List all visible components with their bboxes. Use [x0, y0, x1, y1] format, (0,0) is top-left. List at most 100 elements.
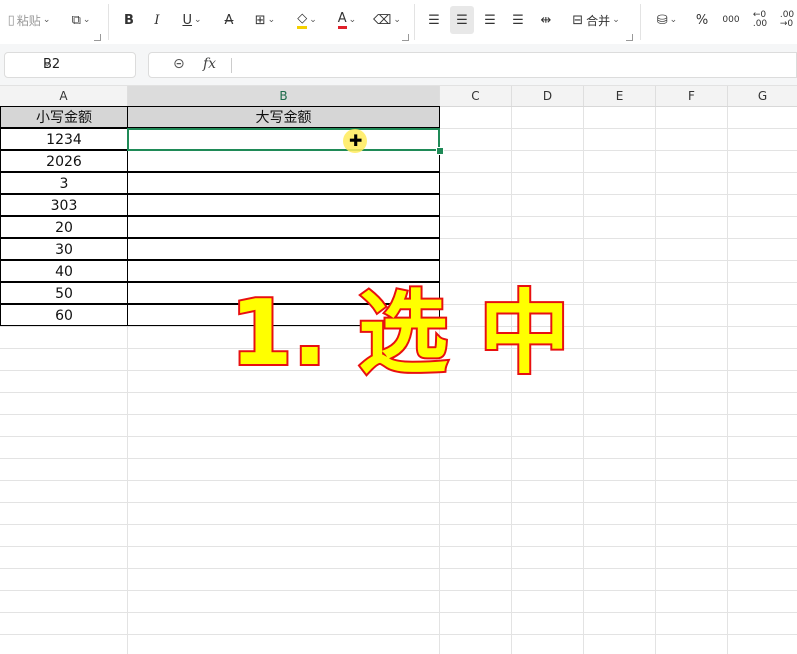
italic-button[interactable]: I [146, 6, 168, 34]
align-right-icon: ☰ [484, 12, 496, 28]
distributed-align-icon: ⇹ [540, 12, 552, 28]
cross-cursor-icon: ✚ [349, 131, 363, 150]
align-center-button[interactable]: ☰ [450, 6, 474, 34]
database-icon: ⛁ [656, 12, 668, 28]
grid-line [0, 480, 797, 481]
column-header-row: A B C D E F G [0, 86, 797, 107]
grid-line [0, 502, 797, 503]
table-cell-b[interactable] [127, 150, 440, 172]
column-header-b[interactable]: B [128, 86, 440, 106]
table-cell-b[interactable] [127, 238, 440, 260]
fill-handle[interactable] [436, 147, 444, 155]
table-cell-a[interactable]: 50 [0, 282, 128, 304]
table-cell-b[interactable] [127, 128, 440, 150]
chevron-down-icon: ⌄ [348, 15, 357, 25]
clipboard-expand-icon[interactable] [94, 34, 101, 41]
fill-color-button[interactable]: ◇ ⌄ [290, 6, 324, 34]
borders-icon: ⊞ [254, 12, 266, 28]
thousands-separator-button[interactable]: 000 [718, 6, 744, 34]
chevron-down-icon: ⌄ [309, 15, 317, 25]
ribbon-toolbar: ▯ 粘贴 ⌄ ⧉ ⌄ B I U ⌄ A ⊞ ⌄ ◇ ⌄ A ⌄ ⌫ ⌄ ☰ ☰… [0, 0, 797, 45]
divider [640, 4, 641, 40]
annotation-overlay: 1. 选 中 [230, 279, 570, 386]
chevron-down-icon: ⌄ [82, 15, 91, 25]
paste-icon: ▯ [7, 12, 15, 28]
chevron-down-icon[interactable]: ⌄ [43, 58, 127, 69]
grid-line [0, 436, 797, 437]
column-header-e[interactable]: E [584, 86, 656, 106]
chevron-down-icon: ⌄ [669, 15, 678, 25]
table-cell-a[interactable]: 1234 [0, 128, 128, 150]
chevron-down-icon: ⌄ [612, 15, 620, 25]
divider [108, 4, 109, 40]
grid-line [655, 107, 656, 654]
grid-line [0, 392, 797, 393]
decrease-decimal-button[interactable]: .00 →0 [776, 6, 797, 34]
table-cell-a[interactable]: 30 [0, 238, 128, 260]
chevron-down-icon: ⌄ [193, 15, 202, 25]
align-left-icon: ☰ [428, 12, 440, 28]
table-cell-b[interactable] [127, 216, 440, 238]
table-cell-a[interactable]: 40 [0, 260, 128, 282]
zoom-search-icon[interactable]: ⊝ [173, 56, 185, 72]
column-header-a[interactable]: A [0, 86, 128, 106]
percent-button[interactable]: % [692, 6, 712, 34]
increase-decimal-icon: ←0.00 [752, 10, 768, 29]
font-expand-icon[interactable] [402, 34, 409, 41]
underline-label: U [182, 12, 192, 28]
align-right-button[interactable]: ☰ [480, 6, 500, 34]
align-center-icon: ☰ [456, 12, 468, 28]
justify-button[interactable]: ☰ [508, 6, 528, 34]
table-cell-b[interactable] [127, 194, 440, 216]
distributed-align-button[interactable]: ⇹ [536, 6, 556, 34]
font-color-button[interactable]: A ⌄ [330, 6, 364, 34]
grid-line [0, 612, 797, 613]
underline-button[interactable]: U ⌄ [176, 6, 208, 34]
grid-line [0, 458, 797, 459]
mouse-cursor: ✚ [343, 129, 367, 153]
eraser-icon: ⌫ [373, 12, 392, 28]
alignment-expand-icon[interactable] [626, 34, 633, 41]
decrease-decimal-icon: .00 →0 [779, 10, 795, 29]
paste-button[interactable]: ▯ 粘贴 ⌄ [2, 6, 56, 34]
merge-icon: ⊟ [572, 12, 584, 28]
column-header-c[interactable]: C [440, 86, 512, 106]
justify-icon: ☰ [512, 12, 524, 28]
table-cell-a[interactable]: 303 [0, 194, 128, 216]
grid-line [727, 107, 728, 654]
table-cell-a[interactable]: 3 [0, 172, 128, 194]
paste-label: 粘贴 [16, 13, 41, 28]
table-header-b[interactable]: 大写金额 [127, 106, 440, 128]
borders-button[interactable]: ⊞ ⌄ [248, 6, 282, 34]
table-cell-a[interactable]: 20 [0, 216, 128, 238]
merge-label: 合并 [586, 13, 611, 28]
align-left-button[interactable]: ☰ [424, 6, 444, 34]
number-format-button[interactable]: ⛁ ⌄ [650, 6, 684, 34]
clear-format-button[interactable]: ⌫ ⌄ [370, 6, 404, 34]
font-color-icon: A [337, 11, 347, 29]
table-cell-b[interactable] [127, 172, 440, 194]
strikethrough-button[interactable]: A [218, 6, 240, 34]
grid-line [0, 590, 797, 591]
formula-input-area[interactable]: ⊝ fx [148, 52, 797, 78]
grid-line [0, 414, 797, 415]
grid-line [583, 107, 584, 654]
formula-divider [231, 58, 232, 73]
fx-label[interactable]: fx [203, 56, 216, 72]
table-header-a[interactable]: 小写金额 [0, 106, 128, 128]
merge-button[interactable]: ⊟ 合并 ⌄ [566, 6, 626, 34]
table-cell-a[interactable]: 2026 [0, 150, 128, 172]
table-cell-a[interactable]: 60 [0, 304, 128, 326]
name-box[interactable]: B2 ⌄ [4, 52, 136, 78]
grid-line [0, 568, 797, 569]
bold-button[interactable]: B [118, 6, 140, 34]
fill-bucket-icon: ◇ [297, 11, 308, 29]
column-header-g[interactable]: G [728, 86, 797, 106]
column-header-f[interactable]: F [656, 86, 728, 106]
annotation-text: 1. 选 中 [230, 281, 569, 386]
chevron-down-icon: ⌄ [267, 15, 276, 25]
column-header-d[interactable]: D [512, 86, 584, 106]
increase-decimal-button[interactable]: ←0.00 [748, 6, 772, 34]
grid-line [0, 634, 797, 635]
format-painter-button[interactable]: ⧉ ⌄ [64, 6, 98, 34]
